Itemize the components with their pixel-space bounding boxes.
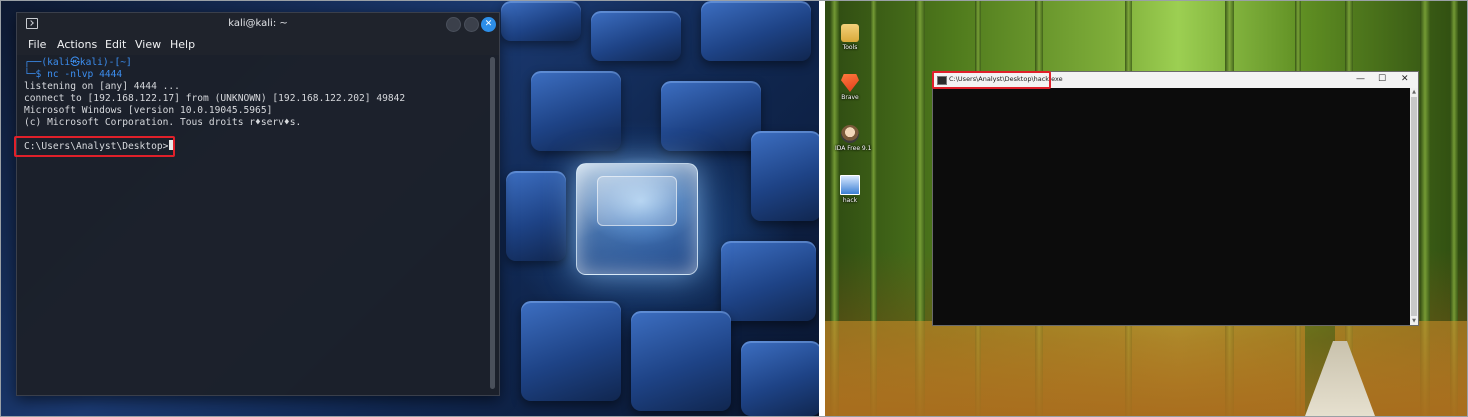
hack-titlebar[interactable]: C:\Users\Analyst\Desktop\hack.exe — ☐ ✕: [933, 72, 1418, 88]
minimize-button[interactable]: [446, 17, 461, 32]
menu-actions[interactable]: Actions: [57, 38, 97, 51]
folder-icon: [841, 24, 859, 42]
wallpaper-cube: [506, 171, 566, 261]
maximize-button[interactable]: ☐: [1378, 74, 1386, 84]
brave-icon: [841, 74, 859, 92]
desktop-icon-tools[interactable]: Tools: [835, 24, 865, 51]
wallpaper-cube: [531, 71, 621, 151]
wallpaper-cube: [721, 241, 816, 321]
prompt-command-line: └─$ nc -nlvp 4444: [24, 69, 122, 81]
output-line: connect to [192.168.122.17] from (UNKNOW…: [24, 93, 406, 104]
output-line: (c) Microsoft Corporation. Tous droits r…: [24, 117, 302, 128]
ida-icon: [841, 125, 859, 143]
desktop-icon-hack[interactable]: hack: [835, 175, 865, 204]
wallpaper-cube: [501, 1, 581, 41]
wallpaper-cube: [591, 11, 681, 61]
terminal-menubar: File Actions Edit View Help: [17, 35, 499, 55]
menu-help[interactable]: Help: [170, 38, 195, 51]
hack-console-window[interactable]: C:\Users\Analyst\Desktop\hack.exe — ☐ ✕ …: [932, 71, 1419, 326]
desktop-icon-ida[interactable]: IDA Free 9.1: [835, 125, 872, 152]
prompt-symbol: └─$: [24, 69, 42, 80]
terminal-titlebar[interactable]: kali@kali: ~ ✕: [17, 13, 499, 35]
desktop-icon-label: IDA Free 9.1: [835, 145, 872, 152]
menu-edit[interactable]: Edit: [105, 38, 126, 51]
wallpaper-glass-cube-top: [597, 176, 677, 226]
text-cursor: [169, 140, 175, 150]
scroll-up-arrow-icon[interactable]: ▲: [1410, 88, 1418, 96]
scroll-down-arrow-icon[interactable]: ▼: [1410, 317, 1418, 325]
menu-view[interactable]: View: [135, 38, 161, 51]
wallpaper-cube: [661, 81, 761, 151]
maximize-button[interactable]: [464, 17, 479, 32]
wallpaper-cube: [741, 341, 819, 416]
close-button[interactable]: ✕: [1401, 74, 1409, 84]
output-line: Microsoft Windows [version 10.0.19045.59…: [24, 105, 273, 116]
desktop-icon-label: hack: [842, 197, 858, 204]
hack-scroll-thumb[interactable]: [1411, 97, 1417, 316]
command-text: nc -nlvp 4444: [47, 69, 123, 80]
terminal-window[interactable]: kali@kali: ~ ✕ File Actions Edit View He…: [16, 12, 500, 396]
console-app-icon[interactable]: [937, 76, 947, 85]
minimize-button[interactable]: —: [1356, 74, 1365, 84]
hack-window-title: C:\Users\Analyst\Desktop\hack.exe: [949, 75, 1063, 83]
terminal-scrollbar[interactable]: [490, 57, 495, 389]
prompt-header: ┌──(kali㉿kali)-[~]: [24, 57, 132, 68]
remote-prompt-line: C:\Users\Analyst\Desktop>: [24, 140, 175, 153]
wallpaper-grass: [825, 321, 1305, 416]
remote-prompt: C:\Users\Analyst\Desktop>: [24, 141, 169, 152]
desktop-icon-label: Brave: [841, 94, 859, 101]
wallpaper-cube: [751, 131, 819, 221]
desktop-icon-label: Tools: [842, 44, 858, 51]
terminal-title: kali@kali: ~: [228, 18, 288, 29]
exe-icon: [840, 175, 860, 195]
output-line: listening on [any] 4444 ...: [24, 81, 180, 92]
wallpaper-cube: [631, 311, 731, 411]
panel-divider: [819, 1, 825, 416]
wallpaper-cube: [701, 1, 811, 61]
hack-scrollbar[interactable]: ▲ ▼: [1410, 88, 1418, 325]
desktop-icon-brave[interactable]: Brave: [835, 74, 865, 101]
terminal-scroll-thumb[interactable]: [490, 57, 495, 389]
wallpaper-cube: [521, 301, 621, 401]
close-button[interactable]: ✕: [481, 17, 496, 32]
terminal-output[interactable]: ┌──(kali㉿kali)-[~] └─$ nc -nlvp 4444 lis…: [17, 55, 487, 395]
menu-file[interactable]: File: [28, 38, 46, 51]
